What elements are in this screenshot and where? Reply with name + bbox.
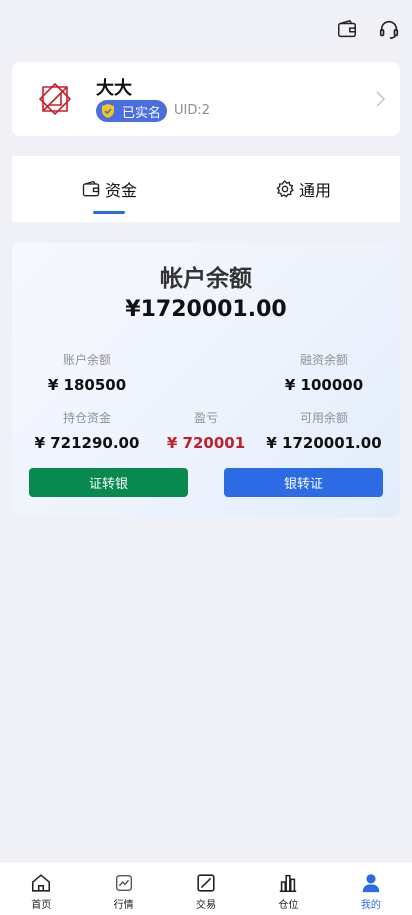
wallet-icon[interactable]: [336, 18, 358, 40]
balance-total: ¥1720001.00: [125, 297, 287, 322]
stat-value: ¥ 721290.00: [34, 434, 140, 452]
tab-label: 通用: [298, 181, 331, 200]
stat-label: 持仓资金: [62, 411, 111, 425]
shield-icon: [102, 104, 114, 118]
active-tab-indicator: [93, 211, 125, 214]
stat-value: ¥ 1720001.00: [266, 434, 382, 452]
transfer-from-bank-button[interactable]: 银转证: [224, 468, 383, 497]
stat-value: ¥ 180500: [47, 376, 127, 394]
user-name: 大大: [96, 78, 132, 99]
stat-financing-balance: 融资余额 ¥ 100000: [264, 351, 384, 394]
stat-value: ¥ 100000: [284, 376, 364, 394]
nav-label: 行情: [113, 900, 134, 911]
stat-label: 账户余额: [62, 353, 111, 367]
nav-label: 首页: [31, 900, 52, 911]
user-icon: [362, 874, 380, 893]
stat-account-balance: 账户余额 ¥ 180500: [27, 351, 147, 394]
stat-value: ¥ 720001: [166, 434, 246, 452]
tab-bar: 资金 通用: [12, 156, 400, 222]
trade-icon: [197, 874, 215, 892]
nav-item-market[interactable]: 行情: [82, 862, 164, 915]
tab-funds[interactable]: 资金: [12, 156, 206, 222]
balance-card: 帐户余额 ¥1720001.00 账户余额 ¥ 180500 融资余额 ¥ 10…: [12, 243, 400, 517]
stat-profit-loss: 盈亏 ¥ 720001: [146, 409, 266, 452]
stat-available-balance: 可用余额 ¥ 1720001.00: [264, 409, 384, 452]
gear-icon: [276, 180, 294, 198]
nav-item-home[interactable]: 首页: [0, 862, 82, 915]
verified-label: 已实名: [122, 105, 162, 121]
home-icon: [32, 874, 51, 892]
nav-label: 仓位: [278, 900, 299, 911]
top-bar: [336, 18, 400, 40]
transfer-to-bank-button[interactable]: 证转银: [29, 468, 188, 497]
verified-badge: 已实名: [96, 100, 168, 122]
nav-item-trade[interactable]: 交易: [165, 862, 247, 915]
market-icon: [115, 874, 132, 892]
nav-item-mine[interactable]: 我的: [330, 862, 412, 915]
balance-title: 帐户余额: [160, 266, 252, 292]
nav-label: 交易: [196, 900, 217, 911]
wallet-icon: [82, 180, 100, 197]
nav-item-position[interactable]: 仓位: [247, 862, 329, 915]
position-icon: [280, 874, 297, 893]
logo-icon: [38, 82, 72, 116]
profile-card[interactable]: 大大 已实名 UID:2: [12, 62, 400, 136]
tab-label: 资金: [104, 181, 137, 200]
stat-label: 盈亏: [193, 411, 218, 425]
stat-label: 可用余额: [299, 411, 348, 425]
chevron-right-icon: [376, 91, 386, 107]
nav-label: 我的: [360, 900, 381, 911]
user-uid: UID:2: [174, 103, 211, 118]
stat-label: 融资余额: [299, 353, 348, 367]
headset-icon[interactable]: [378, 18, 400, 40]
stat-position-funds: 持仓资金 ¥ 721290.00: [27, 409, 147, 452]
tab-general[interactable]: 通用: [206, 156, 400, 222]
bottom-nav: 首页 行情 交易 仓位 我的: [0, 861, 412, 915]
